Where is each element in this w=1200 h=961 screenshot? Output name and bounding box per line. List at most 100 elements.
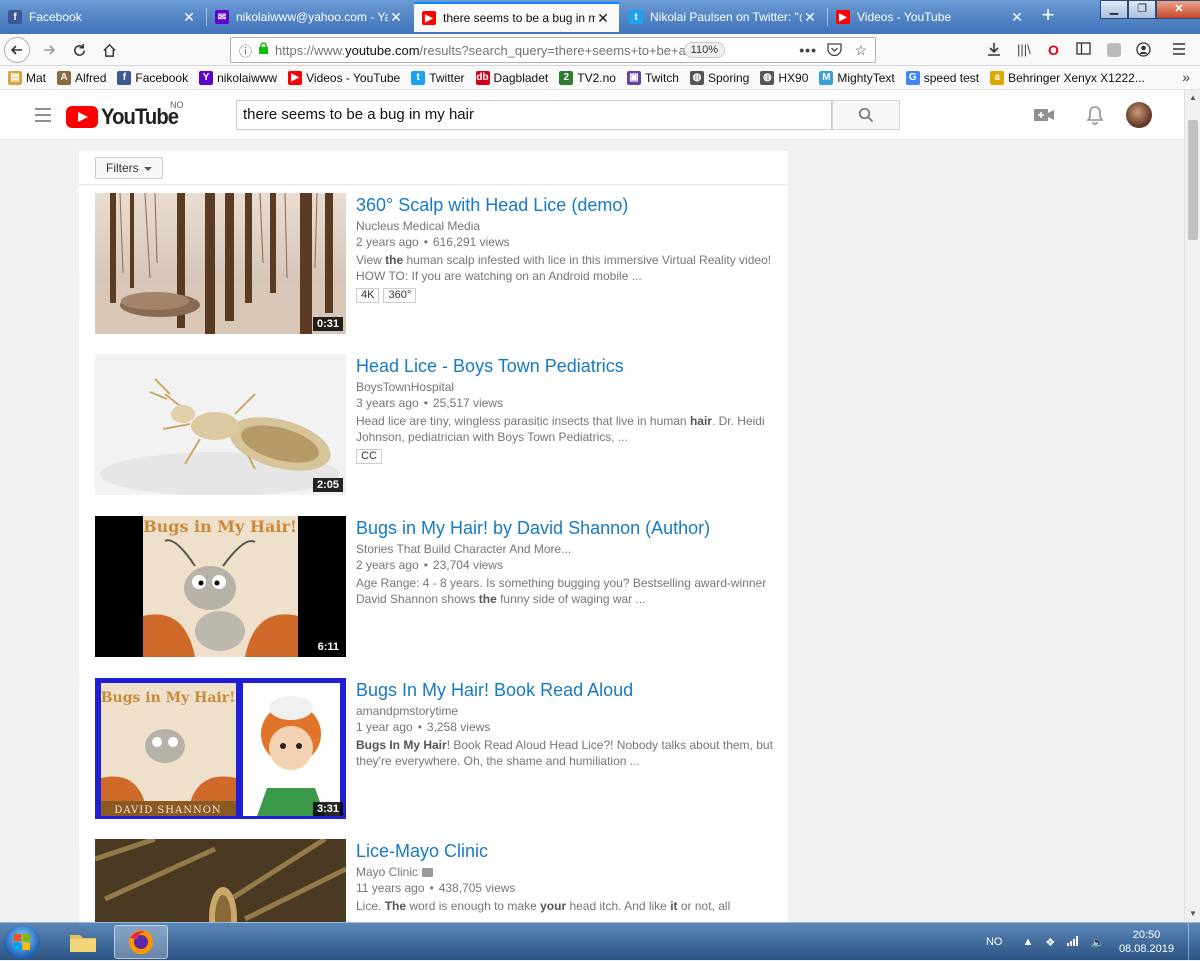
avatar[interactable] xyxy=(1126,102,1152,128)
tab-twitter[interactable]: t Nikolai Paulsen on Twitter: "@ ✕ xyxy=(621,2,826,32)
clock[interactable]: 20:50 08.08.2019 xyxy=(1119,928,1174,956)
channel-name-link[interactable]: Stories That Build Character And More... xyxy=(356,541,776,557)
home-icon xyxy=(102,43,116,57)
taskbar-explorer[interactable] xyxy=(56,925,110,959)
tab-facebook[interactable]: f Facebook ✕ xyxy=(0,2,205,32)
search-button[interactable] xyxy=(832,100,900,130)
account-icon[interactable] xyxy=(1136,42,1151,60)
video-thumbnail[interactable] xyxy=(95,839,346,923)
sidebar-icon[interactable] xyxy=(1076,42,1091,58)
bookmark-item[interactable]: f Facebook xyxy=(117,70,189,85)
search-icon xyxy=(858,107,874,123)
volume-icon[interactable]: 🔈 xyxy=(1091,936,1105,949)
opera-icon[interactable]: O xyxy=(1048,42,1059,58)
video-thumbnail[interactable]: Bugs in My Hair! 6:11 xyxy=(95,516,346,657)
video-title-link[interactable]: Head Lice - Boys Town Pediatrics xyxy=(356,354,776,378)
alfred-icon: A xyxy=(57,70,72,85)
search-input[interactable]: there seems to be a bug in my hair xyxy=(236,100,832,130)
channel-name-link[interactable]: BoysTownHospital xyxy=(356,379,776,395)
bookmark-item[interactable]: Gspeed test xyxy=(905,70,979,85)
taskbar-firefox[interactable] xyxy=(114,925,168,959)
tray-expand-icon[interactable]: ▲ xyxy=(1022,936,1033,948)
bookmark-item[interactable]: ◍ HX90 xyxy=(760,70,808,85)
facebook-icon: f xyxy=(117,70,132,85)
bookmark-item[interactable]: ◍ Sporing xyxy=(689,70,749,85)
info-icon[interactable]: ⓘ xyxy=(239,41,252,60)
notifications-bell-icon[interactable] xyxy=(1084,104,1106,126)
network-signal-icon[interactable] xyxy=(1067,935,1079,949)
new-tab-button[interactable]: + xyxy=(1036,4,1060,28)
page-actions-icon[interactable]: ••• xyxy=(799,42,817,58)
scrollbar-thumb[interactable] xyxy=(1188,120,1198,240)
url-bar[interactable]: ⓘ https://www. youtube.com/results?search… xyxy=(230,37,876,63)
language-indicator[interactable]: NO xyxy=(986,936,1003,948)
scroll-down-arrow-icon[interactable]: ▼ xyxy=(1185,906,1200,922)
video-thumbnail[interactable]: 2:05 xyxy=(95,354,346,495)
close-icon[interactable]: ✕ xyxy=(1009,9,1025,26)
page-scrollbar[interactable]: ▲ ▼ xyxy=(1184,90,1200,922)
forward-button[interactable] xyxy=(36,37,62,63)
video-thumbnail[interactable]: Bugs in My Hair! DAVID SHANNON 3:31 xyxy=(95,678,346,819)
extension-icon[interactable] xyxy=(1107,43,1121,57)
bookmark-label: Dagbladet xyxy=(493,70,549,85)
filters-button[interactable]: Filters xyxy=(95,157,163,179)
window-close-button[interactable]: ✕ xyxy=(1156,0,1200,19)
video-thumbnail[interactable]: 0:31 xyxy=(95,193,346,334)
close-icon[interactable]: ✕ xyxy=(181,9,197,26)
twitter-icon: t xyxy=(411,70,426,85)
bookmark-item[interactable]: db Dagbladet xyxy=(475,70,549,85)
start-button[interactable] xyxy=(4,925,40,959)
library-icon[interactable]: |||\ xyxy=(1017,42,1031,57)
youtube-logo[interactable]: YouTube NO xyxy=(66,100,185,130)
minimize-button[interactable]: ▁ xyxy=(1100,0,1128,19)
bookmark-item[interactable]: t Twitter xyxy=(411,70,465,85)
reload-button[interactable] xyxy=(66,37,92,63)
tab-title: nikolaiwww@yahoo.com - Yahoo xyxy=(236,10,388,24)
bookmark-item[interactable]: ▶ Videos - YouTube xyxy=(288,70,400,85)
bookmark-item[interactable]: 2 TV2.no xyxy=(559,70,616,85)
tab-yahoo-mail[interactable]: ✉ nikolaiwww@yahoo.com - Yahoo ✕ xyxy=(207,2,412,32)
video-title-link[interactable]: Bugs in My Hair! by David Shannon (Autho… xyxy=(356,516,776,540)
upload-age: 11 years ago xyxy=(356,881,425,895)
bookmark-star-icon[interactable]: ☆ xyxy=(854,42,867,59)
back-button[interactable] xyxy=(4,37,30,63)
show-desktop-button[interactable] xyxy=(1188,923,1200,961)
download-icon[interactable] xyxy=(987,42,1001,60)
video-title-link[interactable]: Bugs In My Hair! Book Read Aloud xyxy=(356,678,776,702)
upload-age: 2 years ago xyxy=(356,558,419,572)
maximize-button[interactable]: ❐ xyxy=(1128,0,1156,19)
tab-videos-youtube[interactable]: ▶ Videos - YouTube ✕ xyxy=(828,2,1033,32)
channel-name-link[interactable]: Mayo Clinic xyxy=(356,864,776,880)
svg-text:Bugs in My Hair!: Bugs in My Hair! xyxy=(101,690,236,706)
bookmark-label: Facebook xyxy=(135,70,189,85)
video-title-link[interactable]: 360° Scalp with Head Lice (demo) xyxy=(356,193,776,217)
zoom-level-badge[interactable]: 110% xyxy=(683,42,725,58)
divider xyxy=(79,184,788,185)
bookmark-item[interactable]: ▣ Twitch xyxy=(626,70,679,85)
menu-icon[interactable] xyxy=(1172,42,1186,58)
verified-badge-icon xyxy=(422,868,434,877)
bookmark-item[interactable]: ▤ Mat xyxy=(8,70,46,85)
pocket-icon[interactable] xyxy=(827,42,842,59)
video-description: Bugs In My Hair! Book Read Aloud Head Li… xyxy=(356,738,773,768)
close-icon[interactable]: ✕ xyxy=(802,9,818,26)
bookmark-item[interactable]: Ynikolaiwww xyxy=(199,70,277,85)
bookmark-item[interactable]: M MightyText xyxy=(819,70,895,85)
bookmark-item[interactable]: a Behringer Xenyx X1222... xyxy=(990,70,1145,85)
video-description: Age Range: 4 - 8 years. Is something bug… xyxy=(356,576,767,606)
dropbox-icon[interactable]: ❖ xyxy=(1045,936,1055,949)
channel-name-link[interactable]: amandpmstorytime xyxy=(356,703,776,719)
upload-video-icon[interactable] xyxy=(1033,104,1055,126)
video-title-link[interactable]: Lice-Mayo Clinic xyxy=(356,839,776,863)
close-icon[interactable]: ✕ xyxy=(388,9,404,26)
tab-youtube-search[interactable]: ▶ there seems to be a bug in my hair ✕ xyxy=(414,2,619,32)
hamburger-menu-icon[interactable] xyxy=(35,108,51,126)
video-meta: 1 year ago • 3,258 views xyxy=(356,720,491,734)
logo-wordmark: YouTube xyxy=(101,104,179,129)
channel-name-link[interactable]: Nucleus Medical Media xyxy=(356,218,776,234)
close-icon[interactable]: ✕ xyxy=(595,10,611,27)
bookmark-item[interactable]: A Alfred xyxy=(57,70,106,85)
home-button[interactable] xyxy=(96,37,122,63)
bookmarks-overflow-icon[interactable]: » xyxy=(1182,69,1190,85)
scroll-up-arrow-icon[interactable]: ▲ xyxy=(1185,90,1200,106)
